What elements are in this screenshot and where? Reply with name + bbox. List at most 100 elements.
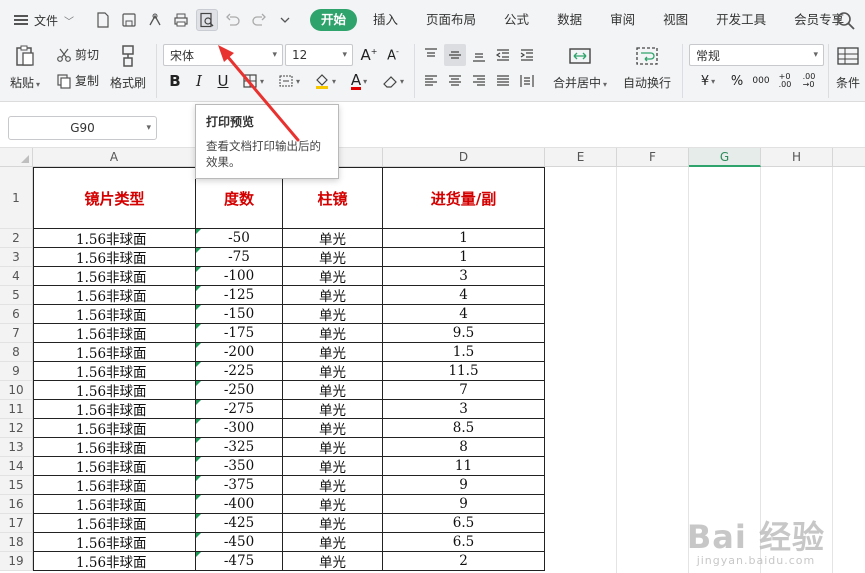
- table-cell[interactable]: 单光: [283, 229, 383, 248]
- align-middle-button[interactable]: [444, 44, 466, 66]
- table-cell[interactable]: -425: [196, 514, 283, 533]
- table-cell[interactable]: -200: [196, 343, 283, 362]
- table-cell[interactable]: -225: [196, 362, 283, 381]
- table-cell[interactable]: 单光: [283, 324, 383, 343]
- decrease-indent-button[interactable]: [492, 44, 514, 66]
- table-cell[interactable]: 1.56非球面: [33, 552, 196, 571]
- table-cell[interactable]: 单光: [283, 381, 383, 400]
- cell-style-button[interactable]: ▾: [274, 70, 304, 92]
- table-cell[interactable]: 单光: [283, 495, 383, 514]
- decrease-font-button[interactable]: A-: [382, 44, 404, 66]
- row-header[interactable]: 17: [0, 514, 33, 533]
- table-cell[interactable]: 1.56非球面: [33, 286, 196, 305]
- row-header[interactable]: 4: [0, 267, 33, 286]
- format-painter-button[interactable]: 格式刷: [110, 44, 146, 91]
- table-cell[interactable]: 1.56非球面: [33, 343, 196, 362]
- row-header[interactable]: 1: [0, 167, 33, 229]
- table-cell[interactable]: 1: [383, 229, 545, 248]
- column-header-f[interactable]: F: [617, 148, 689, 167]
- table-cell[interactable]: 1.56非球面: [33, 476, 196, 495]
- table-cell[interactable]: 1.5: [383, 343, 545, 362]
- table-cell[interactable]: 6.5: [383, 514, 545, 533]
- table-cell[interactable]: 1.56非球面: [33, 248, 196, 267]
- print-button[interactable]: [170, 9, 192, 31]
- table-cell[interactable]: -75: [196, 248, 283, 267]
- print-preview-button[interactable]: [196, 9, 218, 31]
- fill-color-button[interactable]: ▾: [310, 70, 340, 92]
- table-cell[interactable]: 9.5: [383, 324, 545, 343]
- table-cell[interactable]: 11: [383, 457, 545, 476]
- table-cell[interactable]: -275: [196, 400, 283, 419]
- align-left-button[interactable]: [420, 70, 442, 92]
- name-box[interactable]: G90 ▾: [8, 116, 157, 140]
- underline-button[interactable]: U: [212, 70, 234, 92]
- table-cell[interactable]: 单光: [283, 514, 383, 533]
- new-document-button[interactable]: [92, 9, 114, 31]
- row-header[interactable]: 5: [0, 286, 33, 305]
- table-cell[interactable]: -375: [196, 476, 283, 495]
- table-cell[interactable]: 1.56非球面: [33, 495, 196, 514]
- tab-home[interactable]: 开始: [310, 9, 358, 31]
- decrease-decimal-button[interactable]: .00 →0: [798, 70, 820, 92]
- export-button[interactable]: [144, 9, 166, 31]
- align-top-button[interactable]: [420, 44, 442, 66]
- table-cell[interactable]: 6.5: [383, 533, 545, 552]
- table-cell[interactable]: 1: [383, 248, 545, 267]
- table-cell[interactable]: 单光: [283, 476, 383, 495]
- row-header[interactable]: 9: [0, 362, 33, 381]
- percent-button[interactable]: %: [726, 70, 748, 92]
- align-bottom-button[interactable]: [468, 44, 490, 66]
- table-cell[interactable]: 单光: [283, 457, 383, 476]
- table-cell[interactable]: 单光: [283, 438, 383, 457]
- column-header-d[interactable]: D: [383, 148, 545, 167]
- table-cell[interactable]: 单光: [283, 248, 383, 267]
- table-cell[interactable]: 1.56非球面: [33, 324, 196, 343]
- table-cell[interactable]: 单光: [283, 343, 383, 362]
- tab-data[interactable]: 数据: [545, 9, 594, 31]
- merge-center-button[interactable]: 合并居中 ▾: [553, 44, 607, 91]
- select-all-corner[interactable]: [0, 148, 33, 167]
- table-cell[interactable]: 9: [383, 495, 545, 514]
- tab-insert[interactable]: 插入: [361, 9, 410, 31]
- redo-button[interactable]: [248, 9, 270, 31]
- header-cell[interactable]: 镜片类型: [33, 167, 196, 229]
- italic-button[interactable]: I: [188, 70, 210, 92]
- column-header-next[interactable]: [833, 148, 865, 167]
- table-cell[interactable]: 1.56非球面: [33, 438, 196, 457]
- row-header[interactable]: 7: [0, 324, 33, 343]
- table-cell[interactable]: -450: [196, 533, 283, 552]
- borders-button[interactable]: ▾: [238, 70, 268, 92]
- align-center-button[interactable]: [444, 70, 466, 92]
- wrap-text-button[interactable]: 自动换行: [623, 44, 671, 91]
- increase-decimal-button[interactable]: +0.00: [774, 70, 796, 92]
- table-cell[interactable]: 单光: [283, 362, 383, 381]
- table-cell[interactable]: 1.56非球面: [33, 400, 196, 419]
- table-cell[interactable]: 单光: [283, 533, 383, 552]
- table-cell[interactable]: 单光: [283, 419, 383, 438]
- table-cell[interactable]: 单光: [283, 552, 383, 571]
- bold-button[interactable]: B: [164, 70, 186, 92]
- table-cell[interactable]: 单光: [283, 400, 383, 419]
- table-cell[interactable]: -100: [196, 267, 283, 286]
- clear-format-button[interactable]: ▾: [378, 70, 408, 92]
- table-cell[interactable]: 2: [383, 552, 545, 571]
- copy-button[interactable]: 复制: [56, 72, 99, 89]
- number-format-select[interactable]: 常规 ▾: [689, 44, 824, 66]
- file-menu-button[interactable]: 文件 ﹀: [0, 6, 84, 34]
- undo-button[interactable]: [222, 9, 244, 31]
- table-cell[interactable]: 11.5: [383, 362, 545, 381]
- table-cell[interactable]: -125: [196, 286, 283, 305]
- tab-developer[interactable]: 开发工具: [704, 9, 778, 31]
- row-header[interactable]: 15: [0, 476, 33, 495]
- table-cell[interactable]: 8: [383, 438, 545, 457]
- align-right-button[interactable]: [468, 70, 490, 92]
- table-cell[interactable]: -400: [196, 495, 283, 514]
- table-cell[interactable]: 1.56非球面: [33, 419, 196, 438]
- table-cell[interactable]: -150: [196, 305, 283, 324]
- table-cell[interactable]: 1.56非球面: [33, 381, 196, 400]
- tab-page-layout[interactable]: 页面布局: [414, 9, 488, 31]
- row-header[interactable]: 6: [0, 305, 33, 324]
- search-icon[interactable]: [835, 10, 857, 32]
- row-header[interactable]: 16: [0, 495, 33, 514]
- customize-toolbar-button[interactable]: [274, 9, 296, 31]
